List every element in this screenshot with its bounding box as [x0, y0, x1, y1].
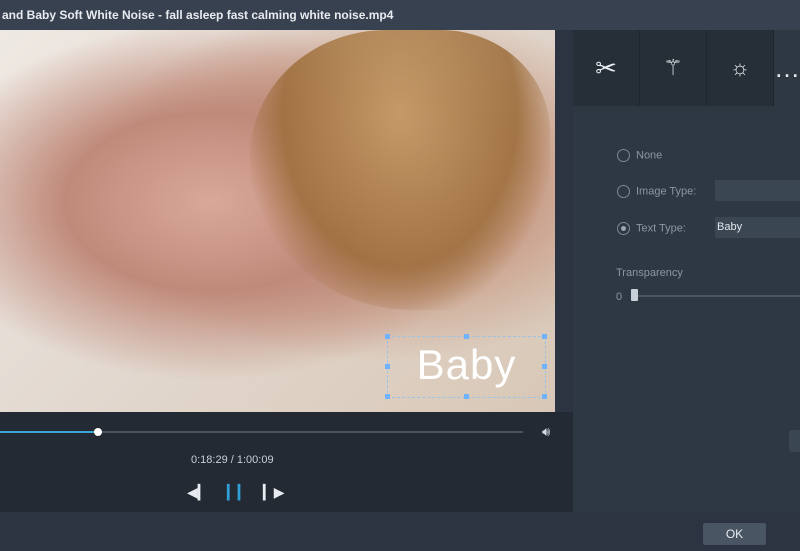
title-bar: and Baby Soft White Noise - fall asleep …	[0, 0, 800, 30]
transparency-slider-thumb[interactable]	[631, 289, 638, 301]
radio-button-selected[interactable]	[617, 222, 630, 235]
transparency-track[interactable]	[631, 295, 800, 297]
side-panel-button[interactable]	[789, 430, 800, 452]
resize-handle[interactable]	[542, 334, 547, 339]
window-title: and Baby Soft White Noise - fall asleep …	[2, 8, 394, 22]
text-type-label: Text Type:	[636, 222, 686, 235]
dialog-footer	[0, 512, 800, 551]
resize-handle[interactable]	[542, 394, 547, 399]
watermark-text: Baby	[416, 341, 517, 388]
player-controls: 🔊︎ 0:18:29 / 1:00:09 ◀▎ ▎▎ ▎▶	[0, 412, 573, 512]
watermark-image-option[interactable]: Image Type:	[617, 185, 696, 198]
previous-frame-icon[interactable]: ◀▎	[187, 484, 209, 501]
volume-icon[interactable]: 🔊︎	[542, 424, 550, 440]
transparency-value: 0	[616, 291, 623, 303]
resize-handle[interactable]	[385, 394, 390, 399]
brightness-icon[interactable]: ☼	[707, 30, 774, 106]
watermark-text-option[interactable]: Text Type:	[617, 222, 686, 235]
text-type-field[interactable]: Baby	[715, 217, 800, 238]
magic-wand-icon[interactable]: ⚚	[640, 30, 707, 106]
seek-handle[interactable]	[94, 428, 102, 436]
edit-tabs: ✂ ⚚ ☼ …	[573, 30, 800, 106]
time-display: 0:18:29 / 1:00:09	[191, 454, 274, 466]
image-type-field[interactable]	[715, 180, 800, 201]
seek-progress	[0, 431, 98, 433]
cut-icon[interactable]: ✂	[573, 30, 640, 106]
radio-button[interactable]	[617, 185, 630, 198]
video-frame-image	[250, 30, 550, 310]
resize-handle[interactable]	[464, 394, 469, 399]
watermark-none-option[interactable]: None	[617, 149, 662, 162]
radio-button[interactable]	[617, 149, 630, 162]
none-label: None	[636, 149, 663, 162]
pause-icon[interactable]: ▎▎	[227, 484, 249, 501]
resize-handle[interactable]	[385, 334, 390, 339]
image-type-label: Image Type:	[636, 185, 697, 198]
text-watermark-box[interactable]: Baby	[385, 334, 547, 399]
ok-button[interactable]: OK	[703, 523, 766, 545]
next-frame-icon[interactable]: ▎▶	[263, 484, 285, 501]
more-icon[interactable]: …	[774, 30, 800, 106]
resize-handle[interactable]	[464, 334, 469, 339]
transparency-label: Transparency	[616, 267, 683, 279]
edit-panel: ✂ ⚚ ☼ … None Image Type: Text Type: Baby…	[573, 30, 800, 512]
video-preview: Baby	[0, 30, 555, 412]
